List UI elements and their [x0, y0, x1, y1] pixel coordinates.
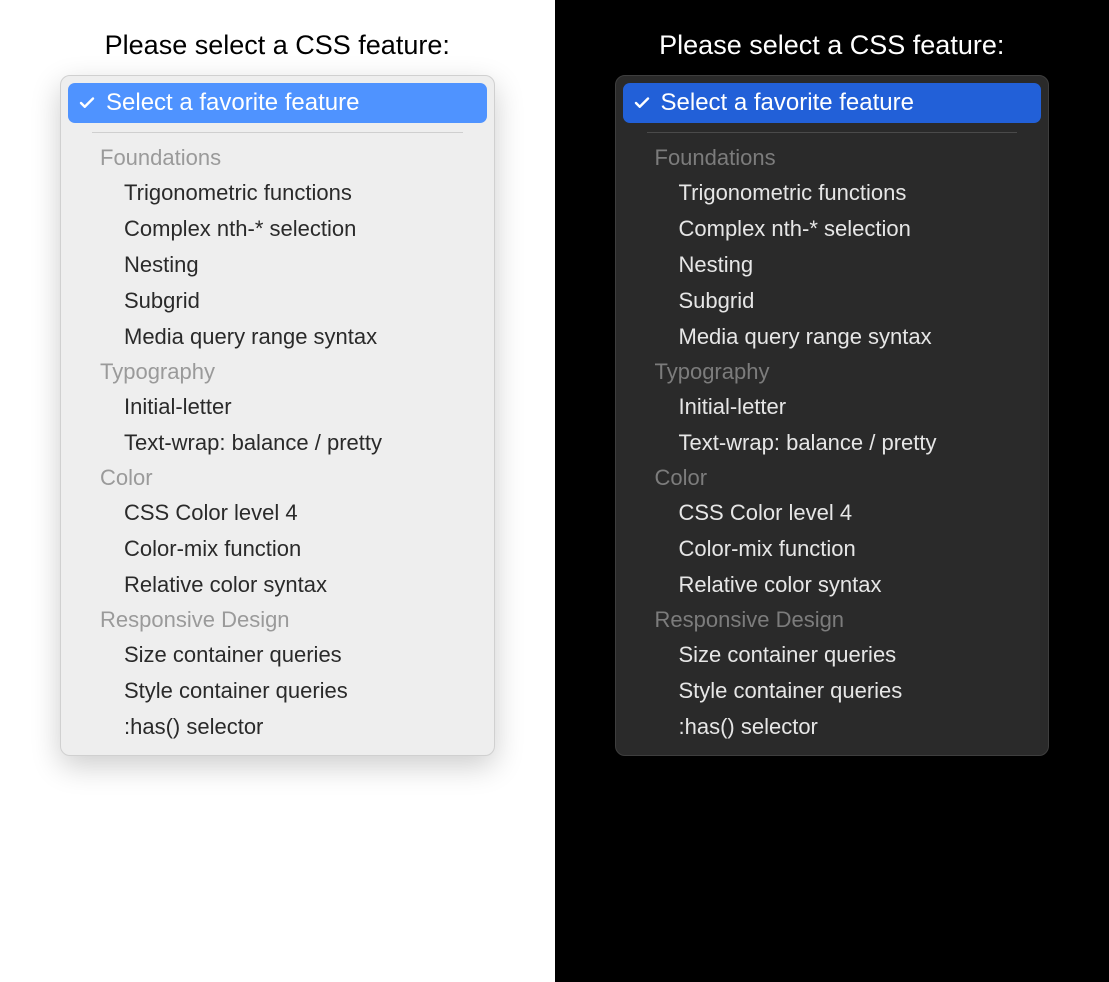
selected-option-label: Select a favorite feature — [106, 89, 359, 117]
option-trigonometric-functions[interactable]: Trigonometric functions — [623, 175, 1042, 211]
option-css-color-level-4[interactable]: CSS Color level 4 — [68, 495, 487, 531]
option-size-container-queries[interactable]: Size container queries — [68, 637, 487, 673]
option-subgrid[interactable]: Subgrid — [623, 283, 1042, 319]
option-trigonometric-functions[interactable]: Trigonometric functions — [68, 175, 487, 211]
option-text-wrap-balance-pretty[interactable]: Text-wrap: balance / pretty — [623, 425, 1042, 461]
check-icon — [78, 94, 96, 112]
option-relative-color-syntax[interactable]: Relative color syntax — [68, 567, 487, 603]
divider — [92, 132, 463, 133]
optgroup-typography: Typography — [623, 355, 1042, 389]
option-relative-color-syntax[interactable]: Relative color syntax — [623, 567, 1042, 603]
selected-option-label: Select a favorite feature — [661, 89, 914, 117]
selected-option-row[interactable]: Select a favorite feature — [68, 83, 487, 123]
option-nesting[interactable]: Nesting — [623, 247, 1042, 283]
optgroup-responsive-design: Responsive Design — [68, 603, 487, 637]
optgroup-typography: Typography — [68, 355, 487, 389]
option-media-query-range-syntax[interactable]: Media query range syntax — [68, 319, 487, 355]
option-style-container-queries[interactable]: Style container queries — [68, 673, 487, 709]
select-dropdown-dark[interactable]: Select a favorite feature Foundations Tr… — [615, 75, 1050, 756]
optgroup-foundations: Foundations — [68, 141, 487, 175]
prompt-label-dark: Please select a CSS feature: — [615, 30, 1050, 61]
check-icon — [633, 94, 651, 112]
divider — [647, 132, 1018, 133]
option-initial-letter[interactable]: Initial-letter — [68, 389, 487, 425]
optgroup-foundations: Foundations — [623, 141, 1042, 175]
option-complex-nth-selection[interactable]: Complex nth-* selection — [68, 211, 487, 247]
select-dropdown-light[interactable]: Select a favorite feature Foundations Tr… — [60, 75, 495, 756]
option-text-wrap-balance-pretty[interactable]: Text-wrap: balance / pretty — [68, 425, 487, 461]
option-size-container-queries[interactable]: Size container queries — [623, 637, 1042, 673]
option-subgrid[interactable]: Subgrid — [68, 283, 487, 319]
option-nesting[interactable]: Nesting — [68, 247, 487, 283]
option-media-query-range-syntax[interactable]: Media query range syntax — [623, 319, 1042, 355]
selected-option-row[interactable]: Select a favorite feature — [623, 83, 1042, 123]
optgroup-color: Color — [68, 461, 487, 495]
option-has-selector[interactable]: :has() selector — [623, 709, 1042, 745]
prompt-label-light: Please select a CSS feature: — [60, 30, 495, 61]
option-complex-nth-selection[interactable]: Complex nth-* selection — [623, 211, 1042, 247]
option-css-color-level-4[interactable]: CSS Color level 4 — [623, 495, 1042, 531]
option-initial-letter[interactable]: Initial-letter — [623, 389, 1042, 425]
optgroup-responsive-design: Responsive Design — [623, 603, 1042, 637]
light-mode-panel: Please select a CSS feature: Select a fa… — [0, 0, 555, 982]
option-color-mix-function[interactable]: Color-mix function — [68, 531, 487, 567]
optgroup-color: Color — [623, 461, 1042, 495]
dark-mode-panel: Please select a CSS feature: Select a fa… — [555, 0, 1109, 982]
option-has-selector[interactable]: :has() selector — [68, 709, 487, 745]
option-color-mix-function[interactable]: Color-mix function — [623, 531, 1042, 567]
option-style-container-queries[interactable]: Style container queries — [623, 673, 1042, 709]
